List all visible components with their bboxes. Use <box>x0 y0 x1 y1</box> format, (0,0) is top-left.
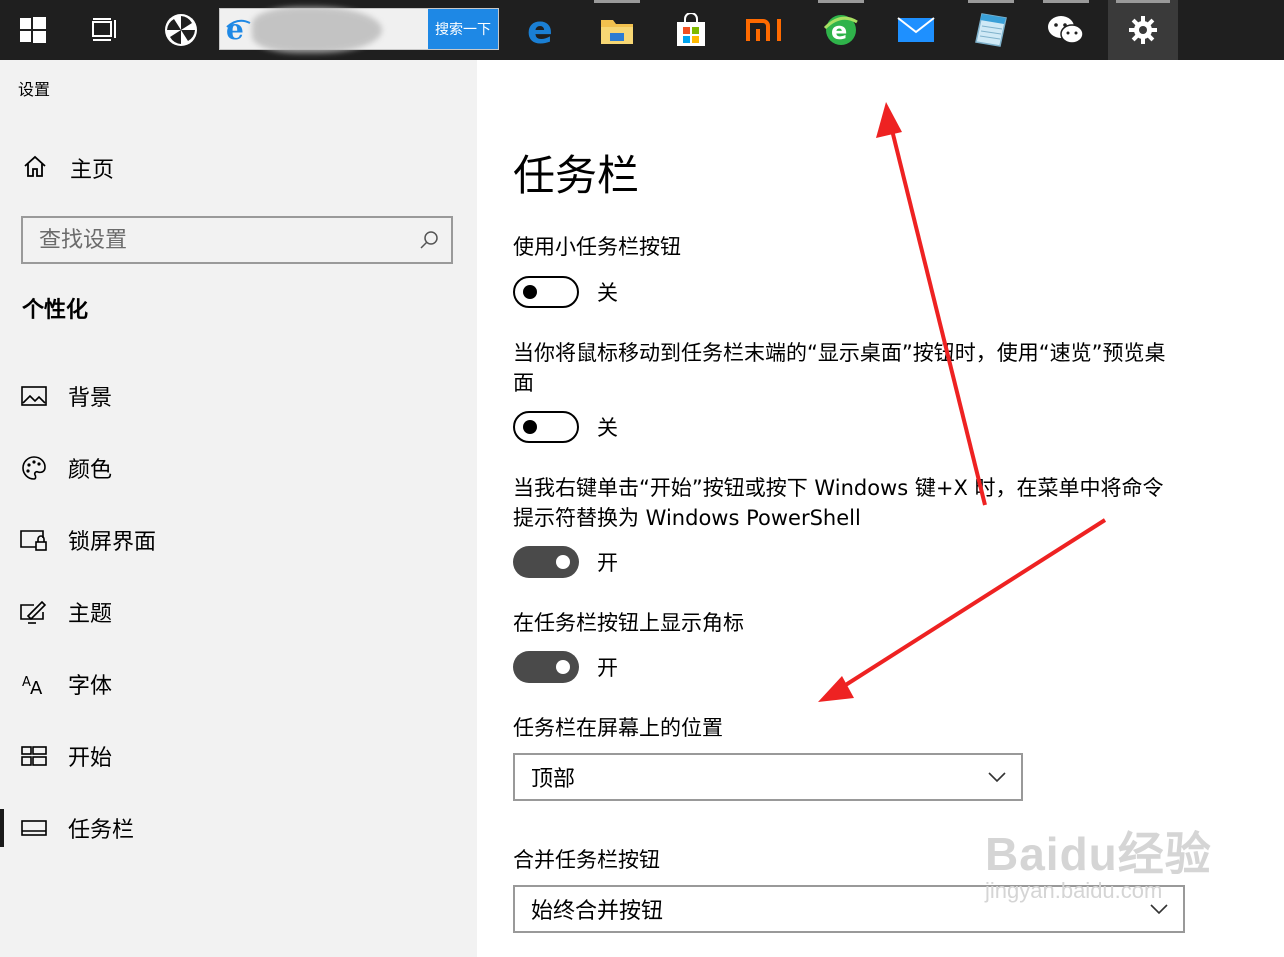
start-tiles-icon <box>20 746 48 766</box>
small-buttons-label: 使用小任务栏按钮 <box>513 235 681 259</box>
svg-text:A: A <box>30 678 43 695</box>
taskbar: e 搜索一下 e e <box>0 0 1284 60</box>
sidebar-item-start[interactable]: 开始 <box>0 731 477 781</box>
taskbar-icon <box>20 820 48 836</box>
pinwheel-app-icon[interactable] <box>150 0 212 60</box>
home-icon <box>22 154 48 182</box>
sidebar-item-label: 主题 <box>68 602 113 627</box>
windows-start-icon[interactable] <box>2 0 64 60</box>
sidebar-item-background[interactable]: 背景 <box>0 371 477 421</box>
settings-main: 任务栏 使用小任务栏按钮 关 当你将鼠标移动到任务栏末端的“显示桌面”按钮时，使… <box>477 60 1284 957</box>
combine-dropdown[interactable]: 始终合并按钮 <box>513 885 1185 933</box>
combine-value: 始终合并按钮 <box>531 899 664 924</box>
sidebar-item-lock-screen[interactable]: 锁屏界面 <box>0 515 477 565</box>
position-value: 顶部 <box>531 767 576 792</box>
sidebar-item-label: 背景 <box>68 386 113 411</box>
search-icon[interactable] <box>419 230 439 254</box>
store-icon[interactable] <box>660 0 722 60</box>
toggle-state: 开 <box>597 551 618 575</box>
sidebar-item-label: 字体 <box>68 674 113 699</box>
mi-icon[interactable] <box>735 0 797 60</box>
notepad-icon[interactable] <box>960 0 1022 60</box>
font-icon: AA <box>20 673 48 695</box>
lock-screen-icon <box>20 529 48 551</box>
combine-label: 合并任务栏按钮 <box>513 848 660 872</box>
app-title: 设置 <box>18 80 51 99</box>
wechat-icon[interactable] <box>1035 0 1097 60</box>
powershell-toggle[interactable] <box>513 546 579 578</box>
small-buttons-toggle[interactable] <box>513 276 579 308</box>
file-explorer-icon[interactable] <box>586 0 648 60</box>
peek-toggle[interactable] <box>513 411 579 443</box>
peek-label: 当你将鼠标移动到任务栏末端的“显示桌面”按钮时，使用“速览”预览桌面 <box>513 341 1166 395</box>
svg-text:e: e <box>226 15 244 43</box>
powershell-toggle-row: 开 <box>513 546 618 578</box>
ie-icon: e <box>224 13 252 47</box>
settings-sidebar: 设置 主页 个性化 背景 颜色 锁屏界面 主题 <box>0 60 477 957</box>
mail-icon[interactable] <box>885 0 947 60</box>
chevron-down-icon <box>1149 901 1169 920</box>
toggle-state: 开 <box>597 656 618 680</box>
position-dropdown[interactable]: 顶部 <box>513 753 1023 801</box>
sidebar-item-themes[interactable]: 主题 <box>0 587 477 637</box>
small-buttons-toggle-row: 关 <box>513 276 618 308</box>
blurred-search-text <box>252 7 382 53</box>
picture-icon <box>20 386 48 406</box>
ie-green-icon[interactable]: e <box>810 0 872 60</box>
badges-label: 在任务栏按钮上显示角标 <box>513 611 744 635</box>
search-go-button[interactable]: 搜索一下 <box>428 9 498 49</box>
position-label: 任务栏在屏幕上的位置 <box>513 716 723 740</box>
svg-text:e: e <box>527 13 553 47</box>
sidebar-item-label: 任务栏 <box>68 818 135 843</box>
nav-home[interactable]: 主页 <box>22 152 114 184</box>
badges-toggle-row: 开 <box>513 651 618 683</box>
sidebar-item-label: 锁屏界面 <box>68 530 157 555</box>
theme-brush-icon <box>20 600 48 624</box>
edge-icon[interactable]: e <box>512 0 574 60</box>
settings-search-input[interactable] <box>23 220 403 260</box>
toggle-state: 关 <box>597 281 618 305</box>
taskbar-search-box[interactable]: e 搜索一下 <box>219 7 499 53</box>
section-title: 个性化 <box>22 298 89 323</box>
sidebar-item-label: 开始 <box>68 746 113 771</box>
badges-toggle[interactable] <box>513 651 579 683</box>
toggle-state: 关 <box>597 416 618 440</box>
peek-toggle-row: 关 <box>513 411 618 443</box>
settings-gear-icon[interactable] <box>1108 0 1178 60</box>
palette-icon <box>20 455 48 481</box>
settings-search[interactable] <box>21 216 453 264</box>
chevron-down-icon <box>987 769 1007 788</box>
sidebar-item-colors[interactable]: 颜色 <box>0 443 477 493</box>
nav-home-label: 主页 <box>70 158 115 183</box>
page-title: 任务栏 <box>513 151 640 200</box>
sidebar-item-label: 颜色 <box>68 458 113 483</box>
task-view-icon[interactable] <box>74 0 136 60</box>
powershell-label: 当我右键单击“开始”按钮或按下 Windows 键+X 时，在菜单中将命令提示符… <box>513 476 1164 530</box>
sidebar-item-fonts[interactable]: AA 字体 <box>0 659 477 709</box>
sidebar-item-taskbar[interactable]: 任务栏 <box>0 803 477 853</box>
